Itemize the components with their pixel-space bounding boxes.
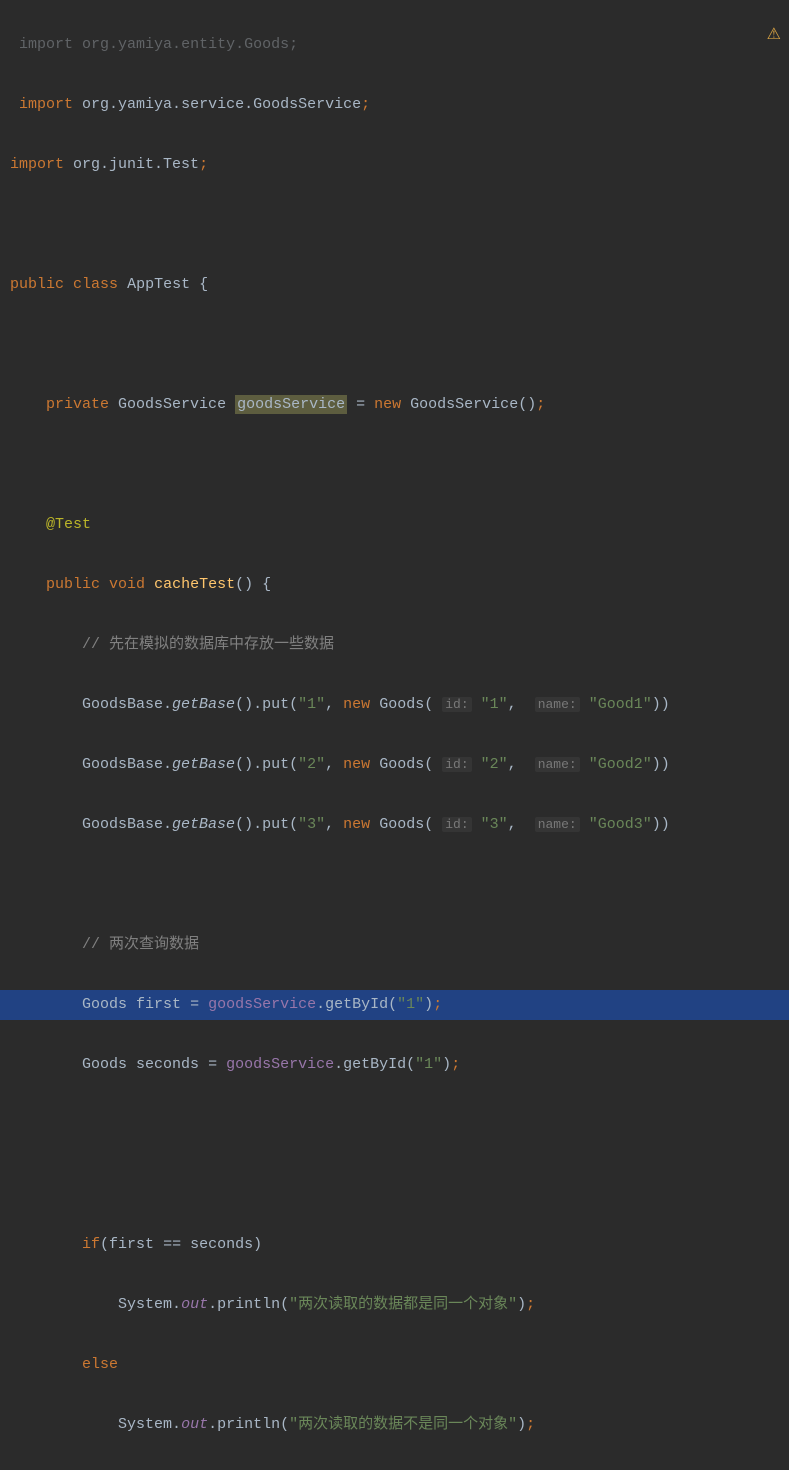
code-line: @Test [0,510,789,540]
code-line: import org.yamiya.entity.Goods; [0,30,789,60]
code-line [0,210,789,240]
code-line: Goods seconds = goodsService.getById("1"… [0,1050,789,1080]
param-hint-name: name: [535,817,580,832]
warning-icon[interactable]: ⚠ [767,20,781,50]
param-hint-id: id: [442,757,471,772]
param-hint-id: id: [442,697,471,712]
code-line: import org.junit.Test; [0,150,789,180]
code-line [0,330,789,360]
code-line: System.out.println("两次读取的数据都是同一个对象"); [0,1290,789,1320]
code-line: public void cacheTest() { [0,570,789,600]
param-hint-name: name: [535,757,580,772]
code-line: // 先在模拟的数据库中存放一些数据 [0,630,789,660]
code-line: public class AppTest { [0,270,789,300]
param-hint-id: id: [442,817,471,832]
code-line [0,1170,789,1200]
code-editor[interactable]: import org.yamiya.entity.Goods; import o… [0,0,789,1470]
code-line [0,1110,789,1140]
code-line: System.out.println("两次读取的数据不是同一个对象"); [0,1410,789,1440]
code-line: import org.yamiya.service.GoodsService; [0,90,789,120]
code-line: else [0,1350,789,1380]
code-line: GoodsBase.getBase().put("1", new Goods( … [0,690,789,720]
code-line [0,870,789,900]
code-line-current: Goods first = goodsService.getById("1"); [0,990,789,1020]
highlighted-field: goodsService [235,395,347,414]
code-line: GoodsBase.getBase().put("2", new Goods( … [0,750,789,780]
code-line: if(first == seconds) [0,1230,789,1260]
param-hint-name: name: [535,697,580,712]
code-line: private GoodsService goodsService = new … [0,390,789,420]
code-line: // 两次查询数据 [0,930,789,960]
code-line: GoodsBase.getBase().put("3", new Goods( … [0,810,789,840]
code-line [0,450,789,480]
